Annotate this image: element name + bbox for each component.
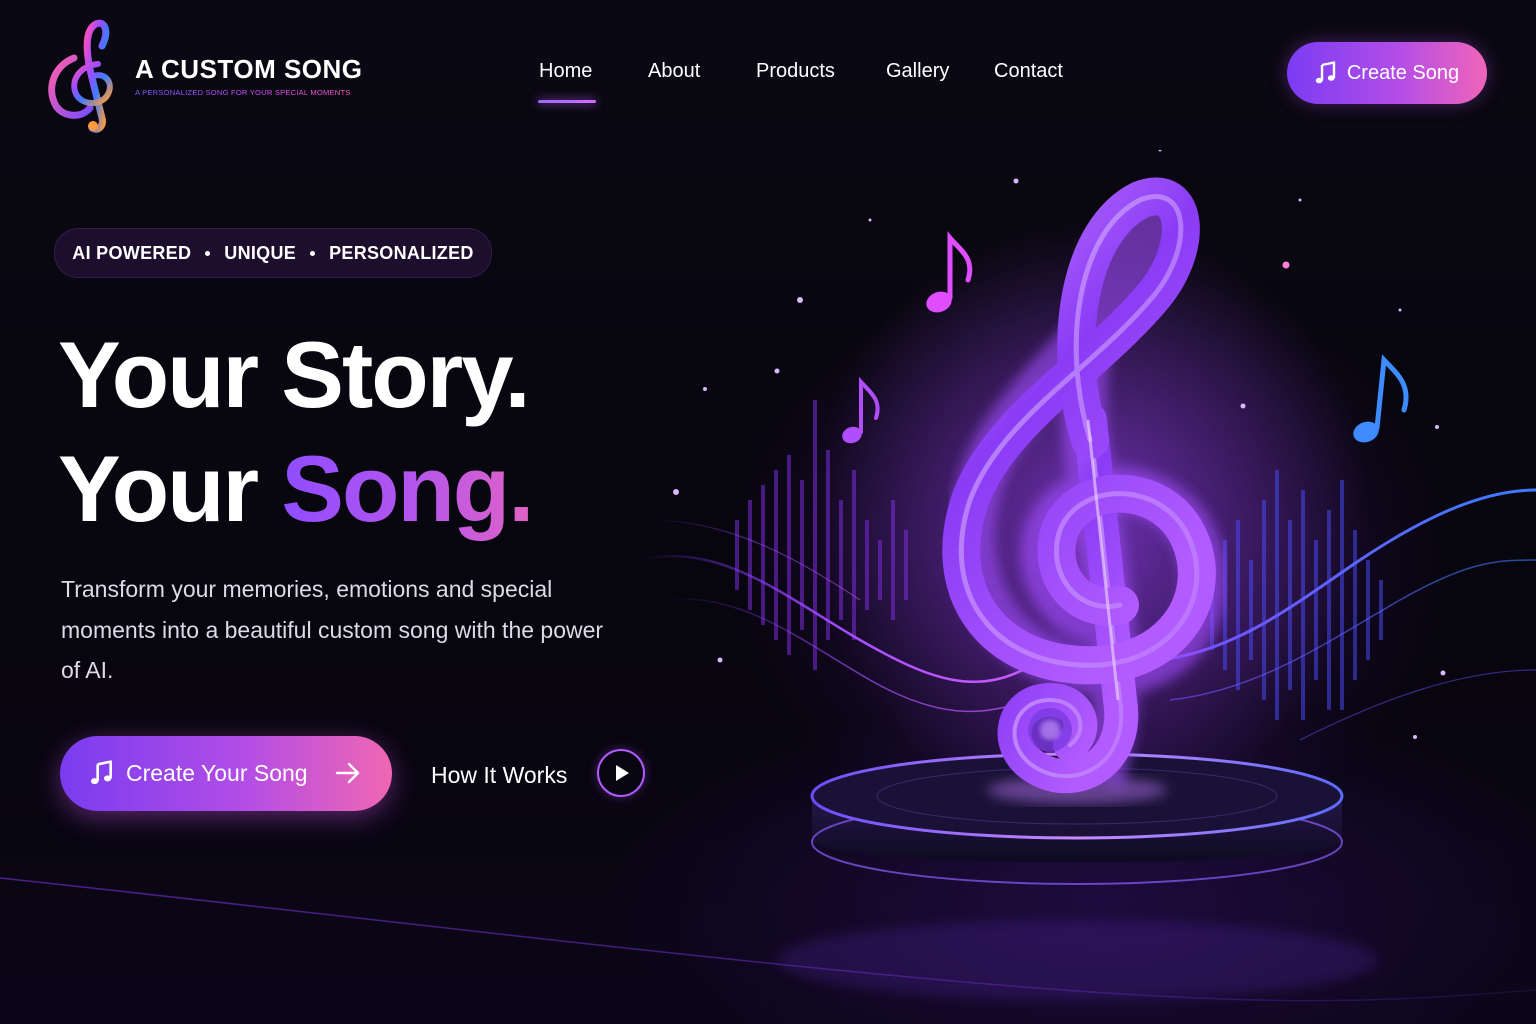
brand-logo[interactable]: A CUSTOM SONG A PERSONALIZED SONG FOR YO… <box>44 18 374 133</box>
music-note-icon <box>90 760 112 785</box>
hero-illustration <box>639 150 1536 1000</box>
brand-tagline: A PERSONALIZED SONG FOR YOUR SPECIAL MOM… <box>135 88 351 97</box>
headline-line-2: Your Song. <box>58 432 534 546</box>
nav-item-home[interactable]: Home <box>539 60 592 83</box>
arrow-right-icon <box>335 762 360 784</box>
headline-line-2-plain: Your <box>58 436 282 541</box>
create-song-label: Create Song <box>1346 61 1460 84</box>
music-note-icon <box>1315 61 1336 84</box>
create-your-song-label: Create Your Song <box>126 760 308 786</box>
landing-page: A CUSTOM SONG A PERSONALIZED SONG FOR YO… <box>0 0 1536 1024</box>
feature-badge: AI POWERED UNIQUE PERSONALIZED <box>54 228 492 278</box>
badge-item-ai-powered: AI POWERED <box>72 242 192 263</box>
create-your-song-button[interactable]: Create Your Song <box>60 736 392 811</box>
nav-item-contact[interactable]: Contact <box>994 60 1063 83</box>
badge-item-personalized: PERSONALIZED <box>329 242 474 263</box>
treble-clef-icon <box>48 19 113 133</box>
hero-description: Transform your memories, emotions and sp… <box>61 576 604 683</box>
badge-item-unique: UNIQUE <box>224 242 297 263</box>
hero-headline: Your Story. Your Song. <box>58 318 534 546</box>
nav-item-products[interactable]: Products <box>756 60 835 83</box>
headline-accent-word: Song. <box>281 436 534 541</box>
headline-line-1: Your Story. <box>58 322 531 427</box>
badge-separator-dot <box>310 250 316 256</box>
brand-name: A CUSTOM SONG <box>135 54 363 84</box>
nav-active-indicator <box>538 100 596 103</box>
create-song-button[interactable]: Create Song <box>1287 42 1487 104</box>
how-it-works-label: How It Works <box>431 762 568 788</box>
nav-item-gallery[interactable]: Gallery <box>886 60 949 83</box>
badge-separator-dot <box>205 250 211 256</box>
how-it-works-button[interactable]: How It Works <box>431 748 651 802</box>
nav-item-about[interactable]: About <box>648 60 700 83</box>
floating-note-right <box>1353 354 1409 443</box>
